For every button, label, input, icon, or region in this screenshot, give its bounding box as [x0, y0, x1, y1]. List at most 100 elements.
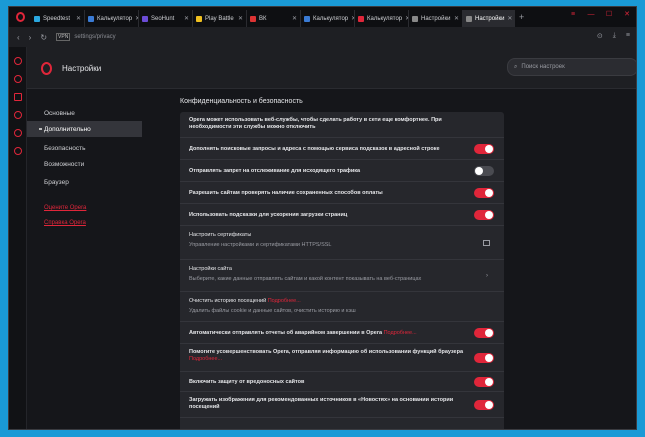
toggle-switch[interactable] — [474, 377, 494, 387]
setting-title: Дополнять поисковые запросы и адреса с п… — [189, 146, 469, 153]
toggle-switch[interactable] — [474, 400, 494, 410]
settings-nav: Основные Дополнительно Безопасность Возм… — [27, 89, 159, 429]
tab-8[interactable]: Настройки ✕ — [463, 10, 515, 27]
sidebar-settings-icon[interactable] — [13, 147, 22, 155]
search-icon: ⌕ — [514, 63, 518, 70]
nav-item-features[interactable]: Возможности — [27, 156, 142, 172]
nav-item-basic[interactable]: Основные — [27, 105, 142, 121]
tab-menu-icon[interactable]: ≡ — [564, 7, 582, 21]
setting-title-text: Автоматически отправлять отчеты об авари… — [189, 329, 383, 336]
setting-title-text: Opera может использовать веб-службы, что… — [189, 117, 442, 130]
setting-description: Управление настройками и сертификатами H… — [189, 242, 332, 248]
tab-favicon-icon — [412, 15, 418, 22]
more-link[interactable]: Подробнее... — [268, 298, 301, 304]
tab-label: Настройки — [475, 15, 505, 22]
browser-window: Speedtest✕Калькулятор✕SeoHunt✕Play Battl… — [8, 6, 637, 430]
sidebar-clock-icon[interactable] — [13, 129, 22, 137]
tab-close-icon[interactable]: ✕ — [184, 15, 189, 22]
nav-item-browser[interactable]: Браузер — [27, 174, 142, 190]
setting-title-text: Включить защиту от вредоносных сайтов — [189, 378, 305, 385]
setting-title-text: Отправлять запрет на отслеживание для ис… — [189, 167, 361, 174]
setting-row: Отправлять запрет на отслеживание для ис… — [180, 160, 504, 182]
tab-close-icon[interactable]: ✕ — [454, 15, 459, 22]
setting-title-text: Очистить историю посещений — [189, 298, 267, 304]
easy-setup-icon[interactable]: ≡ — [626, 32, 630, 40]
rate-opera-link[interactable]: Оцените Opera — [44, 205, 86, 211]
setting-row: Включить защиту от вредоносных сайтов — [180, 372, 504, 392]
maximize-button[interactable]: ☐ — [600, 7, 618, 21]
tab-1[interactable]: Калькулятор✕ — [85, 10, 139, 27]
toggle-switch[interactable] — [474, 353, 494, 363]
tab-favicon-icon — [304, 15, 310, 22]
sidebar-history-icon[interactable] — [13, 111, 22, 119]
setting-title: Автоматически отправлять отчеты об авари… — [189, 330, 469, 337]
tab-favicon-icon — [466, 15, 472, 22]
setting-row: Opera может использовать веб-службы, что… — [180, 112, 504, 138]
setting-title: Opera может использовать веб-службы, что… — [189, 117, 469, 131]
toggle-switch[interactable] — [474, 144, 494, 154]
settings-header: Настройки ⌕ Поиск настроек — [27, 47, 636, 89]
url-field[interactable]: VPN settings/privacy — [56, 33, 116, 41]
setting-row: Настроить сертификаты Управление настройк… — [180, 226, 504, 260]
tab-close-icon[interactable]: ✕ — [238, 15, 243, 22]
toggle-switch[interactable] — [474, 166, 494, 176]
section-title: Конфиденциальность и безопасность — [180, 98, 303, 105]
download-icon[interactable]: ⤓ — [613, 32, 616, 40]
tab-6[interactable]: Калькулятор✕ — [355, 10, 409, 27]
opera-help-link[interactable]: Справка Opera — [44, 220, 86, 226]
close-button[interactable]: ✕ — [618, 7, 636, 21]
tab-close-icon[interactable]: ✕ — [507, 15, 512, 22]
toggle-switch[interactable] — [474, 328, 494, 338]
snapshot-icon[interactable]: ⊙ — [597, 32, 603, 40]
vpn-badge[interactable]: VPN — [56, 33, 71, 41]
opera-menu-icon[interactable] — [9, 7, 31, 27]
search-input[interactable]: ⌕ Поиск настроек — [507, 58, 636, 76]
tab-label: SeoHunt — [151, 15, 175, 22]
tab-3[interactable]: Play Battle ✕ — [193, 10, 247, 27]
sidebar-home-icon[interactable] — [13, 57, 22, 65]
minimize-button[interactable]: — — [582, 7, 600, 21]
setting-title: Использовать подсказки для ускорения заг… — [189, 212, 469, 219]
setting-title: Настроить сертификаты — [189, 232, 469, 239]
sidebar-messenger-icon[interactable] — [13, 75, 22, 83]
setting-title-text: Настройки сайта — [189, 266, 232, 272]
tab-4[interactable]: ВК ✕ — [247, 10, 301, 27]
tab-close-icon[interactable]: ✕ — [292, 15, 297, 22]
tab-bar: Speedtest✕Калькулятор✕SeoHunt✕Play Battl… — [9, 7, 636, 27]
tab-2[interactable]: SeoHunt ✕ — [139, 10, 193, 27]
setting-title-text: Настроить сертификаты — [189, 232, 252, 238]
nav-item-advanced[interactable]: Дополнительно — [27, 121, 142, 137]
back-icon[interactable]: ‹ — [17, 33, 20, 42]
setting-title: Загружать изображения для рекомендованны… — [189, 397, 469, 411]
tab-5[interactable]: Калькулятор✕ — [301, 10, 355, 27]
tab-7[interactable]: Настройки ✕ — [409, 10, 463, 27]
settings-content: Конфиденциальность и безопасность Opera … — [159, 89, 631, 429]
setting-row: Загружать изображения для рекомендованны… — [180, 392, 504, 418]
setting-row: Помогите усовершенствовать Opera, отправ… — [180, 344, 504, 372]
toggle-switch[interactable] — [474, 210, 494, 220]
reload-icon[interactable]: ↻ — [40, 33, 47, 42]
more-link[interactable]: Подробнее... — [384, 330, 417, 336]
tab-close-icon[interactable]: ✕ — [76, 15, 81, 22]
setting-title-text: Помогите усовершенствовать Opera, отправ… — [189, 349, 464, 355]
sidebar — [9, 47, 27, 429]
tab-label: Калькулятор — [97, 15, 133, 22]
tab-label: ВК — [259, 15, 267, 22]
forward-icon[interactable]: › — [29, 33, 32, 42]
setting-row: Настройки сайта Выберите, какие данные от… — [180, 260, 504, 292]
toggle-switch[interactable] — [474, 188, 494, 198]
setting-title-text: Загружать изображения для рекомендованны… — [189, 397, 454, 410]
external-link-icon[interactable] — [483, 240, 490, 246]
chevron-right-icon[interactable]: › — [486, 273, 488, 279]
setting-title: Отправлять запрет на отслеживание для ис… — [189, 168, 469, 175]
new-tab-button[interactable]: + — [519, 12, 524, 22]
setting-title-text: Разрешить сайтам проверять наличие сохра… — [189, 189, 383, 196]
more-link[interactable]: Подробнее... — [189, 356, 222, 362]
sidebar-twitch-icon[interactable] — [13, 93, 22, 101]
tab-0[interactable]: Speedtest ✕ — [31, 10, 85, 27]
search-placeholder: Поиск настроек — [521, 64, 565, 70]
url-text[interactable]: settings/privacy — [74, 34, 115, 40]
setting-row: Дополнять поисковые запросы и адреса с п… — [180, 138, 504, 160]
tab-label: Play Battle — [205, 15, 234, 22]
nav-item-security[interactable]: Безопасность — [27, 140, 142, 156]
